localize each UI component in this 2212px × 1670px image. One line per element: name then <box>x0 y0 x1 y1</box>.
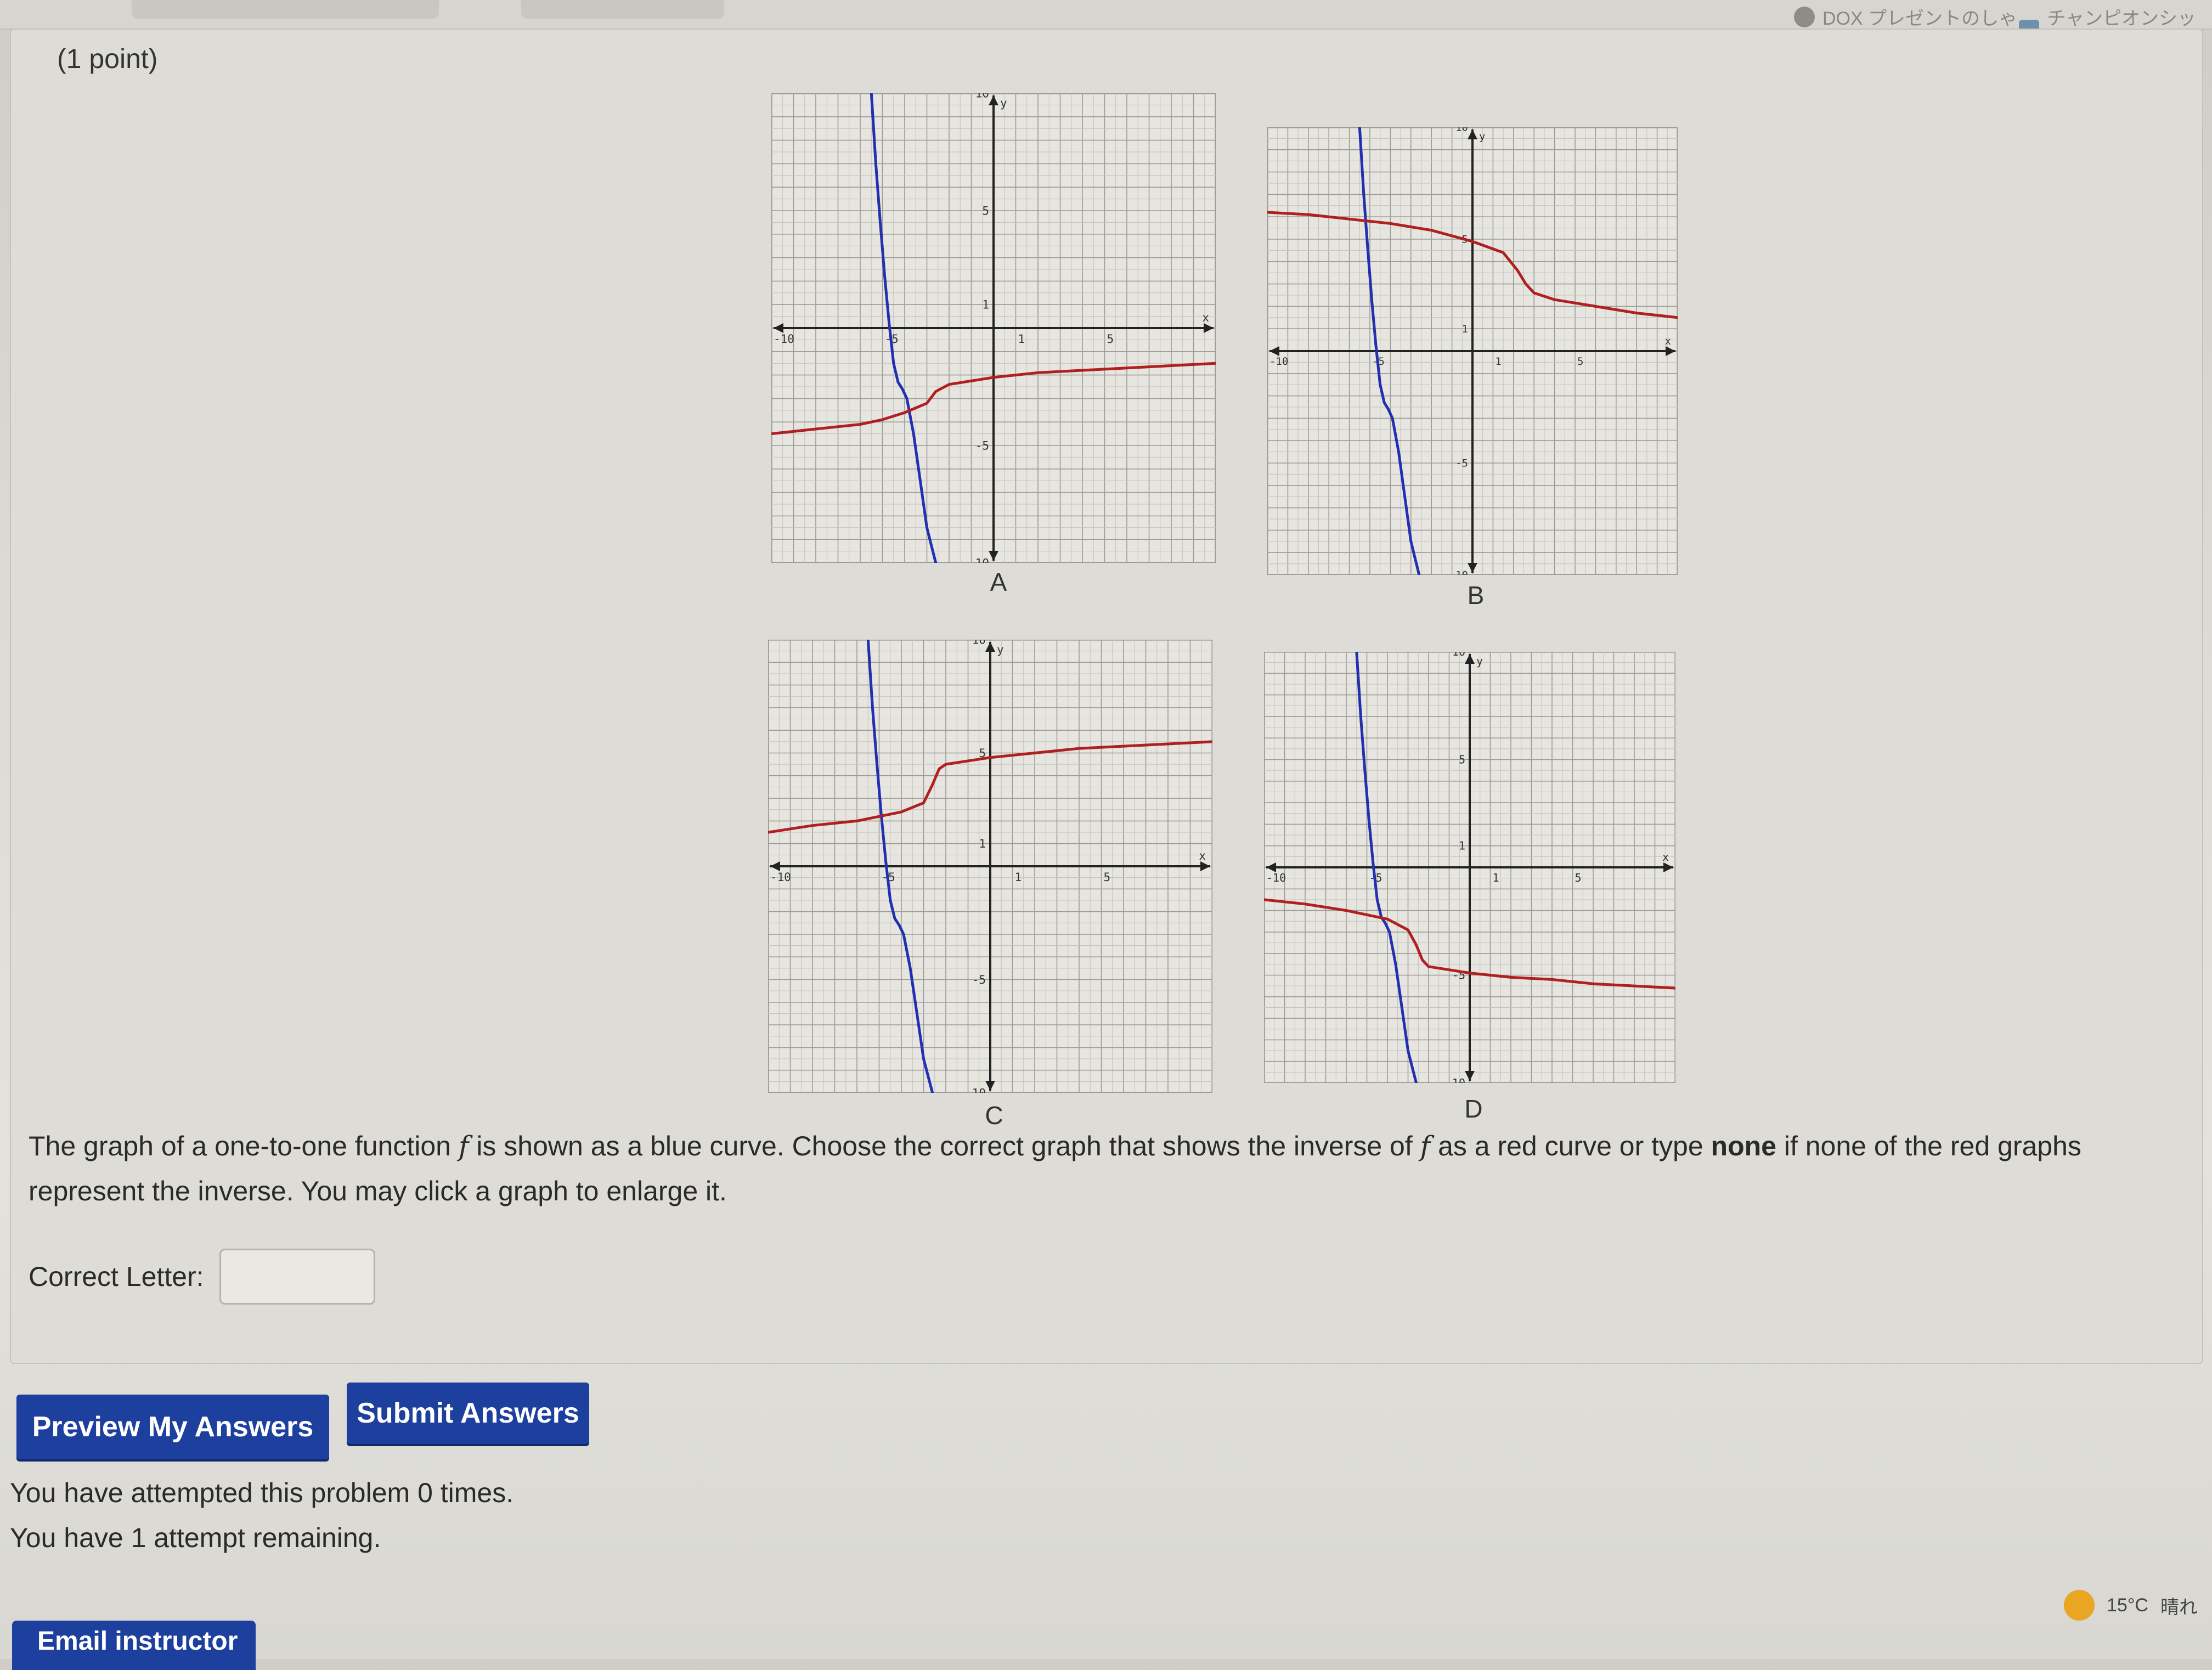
y-tick-label: 1 <box>979 837 986 850</box>
y-tick-label: 1 <box>982 298 989 312</box>
y-axis-label: y <box>1476 655 1483 668</box>
graph-d[interactable]: -10-515101051-5-10xy <box>1264 652 1675 1083</box>
x-tick-label: 1 <box>1495 356 1501 368</box>
x-tick-label: 5 <box>1104 871 1111 884</box>
x-tick-label: -10 <box>770 871 791 884</box>
graph-plot: -10-515101051-5-10xy <box>1267 127 1678 575</box>
y-tick-label: -5 <box>972 973 986 986</box>
y-tick-label: 10 <box>1455 127 1468 134</box>
function-symbol: f <box>1420 1130 1431 1162</box>
x-axis-label: x <box>1199 849 1206 862</box>
graph-plot: -10-515101051-5-10xy <box>1264 652 1675 1083</box>
y-tick-label: 5 <box>982 204 989 217</box>
graph-c[interactable]: -10-515101051-5-10xy <box>768 640 1212 1093</box>
function-symbol: f <box>458 1130 469 1162</box>
x-tick-label: 5 <box>1107 332 1114 346</box>
y-axis-label: y <box>997 643 1004 656</box>
y-axis-label: y <box>1479 131 1485 143</box>
bookmark-item[interactable]: DOX プレゼントのしゃ <box>1794 3 2017 30</box>
instructions-text: as a red curve or type <box>1430 1131 1711 1161</box>
y-tick-label: -10 <box>968 556 989 563</box>
graph-plot: -10-515101051-5-10xy <box>771 93 1216 563</box>
y-tick-label: 10 <box>975 93 989 100</box>
graph-a[interactable]: -10-515101051-5-10xy <box>771 93 1216 563</box>
graph-b[interactable]: -10-515101051-5-10xy <box>1267 127 1678 575</box>
y-tick-label: 1 <box>1462 323 1468 335</box>
y-tick-label: 1 <box>1459 839 1465 853</box>
problem-instructions: The graph of a one-to-one function f is … <box>29 1124 2190 1214</box>
x-tick-label: 1 <box>1018 332 1025 346</box>
none-keyword: none <box>1711 1131 1776 1161</box>
y-tick-label: 10 <box>972 640 986 646</box>
y-tick-label: -5 <box>1455 458 1468 470</box>
attempts-remaining: You have 1 attempt remaining. <box>10 1522 381 1553</box>
x-axis-label: x <box>1662 850 1669 864</box>
sun-icon <box>2064 1590 2095 1621</box>
y-tick-label: -5 <box>975 439 989 452</box>
x-tick-label: -10 <box>1266 871 1286 884</box>
submit-answers-button[interactable]: Submit Answers <box>347 1383 589 1444</box>
browser-top-bar: DOX プレゼントのしゃ チャンピオンシップ <box>0 0 2212 56</box>
correct-letter-label: Correct Letter: <box>29 1261 204 1292</box>
attempts-info: You have attempted this problem 0 times.… <box>10 1470 514 1560</box>
graph-plot: -10-515101051-5-10xy <box>768 640 1212 1093</box>
weather-widget[interactable]: 15°C 晴れ <box>2064 1590 2198 1621</box>
x-tick-label: 1 <box>1015 871 1022 884</box>
email-instructor-button[interactable]: Email instructor <box>12 1621 256 1670</box>
graph-a-letter: A <box>990 568 1007 596</box>
y-tick-label: 10 <box>1452 652 1465 658</box>
weather-condition: 晴れ <box>2160 1596 2198 1618</box>
x-tick-label: -10 <box>1269 356 1288 368</box>
preview-answers-button[interactable]: Preview My Answers <box>16 1395 329 1459</box>
instructions-text: is shown as a blue curve. Choose the cor… <box>469 1131 1420 1161</box>
x-tick-label: 5 <box>1575 871 1582 884</box>
temperature: 15°C <box>2107 1594 2148 1616</box>
x-tick-label: -10 <box>774 332 794 346</box>
instructions-text: The graph of a one-to-one function <box>29 1131 459 1161</box>
y-tick-label: -10 <box>965 1086 986 1093</box>
y-tick-label: 5 <box>1459 753 1465 766</box>
circle-icon <box>1794 6 1815 27</box>
point-value: (1 point) <box>57 43 158 74</box>
graph-b-letter: B <box>1467 581 1485 610</box>
bookmark-label: DOX プレゼントのしゃ <box>1822 8 2018 29</box>
correct-letter-input[interactable] <box>219 1249 375 1305</box>
y-axis-label: y <box>1000 97 1007 110</box>
y-tick-label: -10 <box>1446 1076 1465 1083</box>
x-axis-label: x <box>1665 335 1671 347</box>
x-tick-label: 1 <box>1493 871 1499 884</box>
answer-row: Correct Letter: <box>29 1249 375 1305</box>
browser-tab[interactable] <box>521 0 724 19</box>
graph-d-letter: D <box>1464 1094 1483 1123</box>
x-tick-label: 5 <box>1577 356 1583 368</box>
y-tick-label: -10 <box>1449 569 1468 575</box>
x-axis-label: x <box>1202 311 1209 324</box>
attempts-count: You have attempted this problem 0 times. <box>10 1477 514 1508</box>
browser-tab[interactable] <box>132 0 439 19</box>
